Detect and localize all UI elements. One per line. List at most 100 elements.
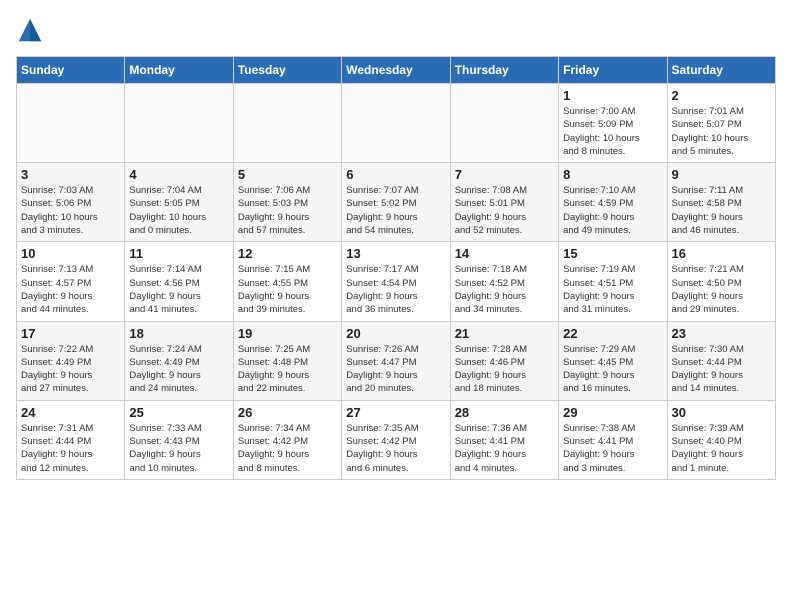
calendar-day-cell <box>233 84 341 163</box>
day-number: 6 <box>346 167 445 182</box>
day-info: Sunrise: 7:07 AM Sunset: 5:02 PM Dayligh… <box>346 184 445 237</box>
calendar-column-header: Monday <box>125 57 233 84</box>
day-number: 22 <box>563 326 662 341</box>
day-number: 11 <box>129 246 228 261</box>
day-info: Sunrise: 7:06 AM Sunset: 5:03 PM Dayligh… <box>238 184 337 237</box>
calendar-column-header: Sunday <box>17 57 125 84</box>
day-info: Sunrise: 7:24 AM Sunset: 4:49 PM Dayligh… <box>129 343 228 396</box>
day-number: 23 <box>672 326 771 341</box>
calendar-day-cell: 25 Sunrise: 7:33 AM Sunset: 4:43 PM Dayli… <box>125 400 233 479</box>
calendar-header-row: SundayMondayTuesdayWednesdayThursdayFrid… <box>17 57 776 84</box>
calendar-day-cell: 27 Sunrise: 7:35 AM Sunset: 4:42 PM Dayli… <box>342 400 450 479</box>
day-number: 7 <box>455 167 554 182</box>
day-info: Sunrise: 7:04 AM Sunset: 5:05 PM Dayligh… <box>129 184 228 237</box>
day-number: 10 <box>21 246 120 261</box>
day-number: 18 <box>129 326 228 341</box>
calendar-day-cell: 10 Sunrise: 7:13 AM Sunset: 4:57 PM Dayli… <box>17 242 125 321</box>
calendar-week-row: 17 Sunrise: 7:22 AM Sunset: 4:49 PM Dayli… <box>17 321 776 400</box>
calendar-week-row: 10 Sunrise: 7:13 AM Sunset: 4:57 PM Dayli… <box>17 242 776 321</box>
calendar-day-cell: 9Sunrise: 7:11 AM Sunset: 4:58 PM Daylig… <box>667 163 775 242</box>
calendar-week-row: 3 Sunrise: 7:03 AM Sunset: 5:06 PM Daylig… <box>17 163 776 242</box>
calendar-day-cell: 23 Sunrise: 7:30 AM Sunset: 4:44 PM Dayli… <box>667 321 775 400</box>
calendar-column-header: Tuesday <box>233 57 341 84</box>
calendar-day-cell: 30Sunrise: 7:39 AM Sunset: 4:40 PM Dayli… <box>667 400 775 479</box>
day-number: 4 <box>129 167 228 182</box>
day-info: Sunrise: 7:17 AM Sunset: 4:54 PM Dayligh… <box>346 263 445 316</box>
calendar-day-cell: 3 Sunrise: 7:03 AM Sunset: 5:06 PM Daylig… <box>17 163 125 242</box>
day-number: 1 <box>563 88 662 103</box>
day-info: Sunrise: 7:26 AM Sunset: 4:47 PM Dayligh… <box>346 343 445 396</box>
day-info: Sunrise: 7:00 AM Sunset: 5:09 PM Dayligh… <box>563 105 662 158</box>
calendar-column-header: Thursday <box>450 57 558 84</box>
calendar-day-cell: 26 Sunrise: 7:34 AM Sunset: 4:42 PM Dayli… <box>233 400 341 479</box>
day-number: 27 <box>346 405 445 420</box>
day-info: Sunrise: 7:36 AM Sunset: 4:41 PM Dayligh… <box>455 422 554 475</box>
calendar-day-cell: 15 Sunrise: 7:19 AM Sunset: 4:51 PM Dayli… <box>559 242 667 321</box>
calendar-day-cell <box>450 84 558 163</box>
day-info: Sunrise: 7:34 AM Sunset: 4:42 PM Dayligh… <box>238 422 337 475</box>
day-number: 8 <box>563 167 662 182</box>
day-number: 20 <box>346 326 445 341</box>
calendar-column-header: Saturday <box>667 57 775 84</box>
calendar-day-cell: 17 Sunrise: 7:22 AM Sunset: 4:49 PM Dayli… <box>17 321 125 400</box>
day-number: 3 <box>21 167 120 182</box>
day-number: 2 <box>672 88 771 103</box>
day-info: Sunrise: 7:28 AM Sunset: 4:46 PM Dayligh… <box>455 343 554 396</box>
calendar-day-cell: 21 Sunrise: 7:28 AM Sunset: 4:46 PM Dayli… <box>450 321 558 400</box>
day-info: Sunrise: 7:35 AM Sunset: 4:42 PM Dayligh… <box>346 422 445 475</box>
calendar-week-row: 24Sunrise: 7:31 AM Sunset: 4:44 PM Dayli… <box>17 400 776 479</box>
day-number: 14 <box>455 246 554 261</box>
calendar-day-cell: 6 Sunrise: 7:07 AM Sunset: 5:02 PM Daylig… <box>342 163 450 242</box>
day-info: Sunrise: 7:25 AM Sunset: 4:48 PM Dayligh… <box>238 343 337 396</box>
day-info: Sunrise: 7:03 AM Sunset: 5:06 PM Dayligh… <box>21 184 120 237</box>
day-info: Sunrise: 7:10 AM Sunset: 4:59 PM Dayligh… <box>563 184 662 237</box>
calendar-day-cell <box>17 84 125 163</box>
day-number: 24 <box>21 405 120 420</box>
day-info: Sunrise: 7:13 AM Sunset: 4:57 PM Dayligh… <box>21 263 120 316</box>
calendar-day-cell: 14 Sunrise: 7:18 AM Sunset: 4:52 PM Dayli… <box>450 242 558 321</box>
day-info: Sunrise: 7:22 AM Sunset: 4:49 PM Dayligh… <box>21 343 120 396</box>
calendar-day-cell: 28 Sunrise: 7:36 AM Sunset: 4:41 PM Dayli… <box>450 400 558 479</box>
calendar-day-cell: 4 Sunrise: 7:04 AM Sunset: 5:05 PM Daylig… <box>125 163 233 242</box>
day-number: 26 <box>238 405 337 420</box>
day-info: Sunrise: 7:15 AM Sunset: 4:55 PM Dayligh… <box>238 263 337 316</box>
day-number: 19 <box>238 326 337 341</box>
day-number: 21 <box>455 326 554 341</box>
calendar-day-cell: 13 Sunrise: 7:17 AM Sunset: 4:54 PM Dayli… <box>342 242 450 321</box>
page-header <box>16 16 776 44</box>
calendar-week-row: 1 Sunrise: 7:00 AM Sunset: 5:09 PM Daylig… <box>17 84 776 163</box>
calendar-day-cell <box>342 84 450 163</box>
day-number: 17 <box>21 326 120 341</box>
calendar-day-cell: 11 Sunrise: 7:14 AM Sunset: 4:56 PM Dayli… <box>125 242 233 321</box>
calendar-day-cell: 19 Sunrise: 7:25 AM Sunset: 4:48 PM Dayli… <box>233 321 341 400</box>
day-number: 29 <box>563 405 662 420</box>
day-number: 13 <box>346 246 445 261</box>
calendar-day-cell: 12 Sunrise: 7:15 AM Sunset: 4:55 PM Dayli… <box>233 242 341 321</box>
day-info: Sunrise: 7:21 AM Sunset: 4:50 PM Dayligh… <box>672 263 771 316</box>
day-number: 28 <box>455 405 554 420</box>
day-info: Sunrise: 7:18 AM Sunset: 4:52 PM Dayligh… <box>455 263 554 316</box>
calendar-day-cell: 18 Sunrise: 7:24 AM Sunset: 4:49 PM Dayli… <box>125 321 233 400</box>
day-info: Sunrise: 7:38 AM Sunset: 4:41 PM Dayligh… <box>563 422 662 475</box>
logo <box>16 16 48 44</box>
day-info: Sunrise: 7:14 AM Sunset: 4:56 PM Dayligh… <box>129 263 228 316</box>
day-number: 12 <box>238 246 337 261</box>
day-number: 30 <box>672 405 771 420</box>
day-info: Sunrise: 7:30 AM Sunset: 4:44 PM Dayligh… <box>672 343 771 396</box>
calendar-day-cell: 20 Sunrise: 7:26 AM Sunset: 4:47 PM Dayli… <box>342 321 450 400</box>
calendar-column-header: Friday <box>559 57 667 84</box>
day-number: 15 <box>563 246 662 261</box>
calendar-day-cell: 22 Sunrise: 7:29 AM Sunset: 4:45 PM Dayli… <box>559 321 667 400</box>
calendar-day-cell: 24Sunrise: 7:31 AM Sunset: 4:44 PM Dayli… <box>17 400 125 479</box>
calendar-day-cell <box>125 84 233 163</box>
day-number: 25 <box>129 405 228 420</box>
calendar-day-cell: 5Sunrise: 7:06 AM Sunset: 5:03 PM Daylig… <box>233 163 341 242</box>
calendar-day-cell: 1 Sunrise: 7:00 AM Sunset: 5:09 PM Daylig… <box>559 84 667 163</box>
day-number: 16 <box>672 246 771 261</box>
day-info: Sunrise: 7:29 AM Sunset: 4:45 PM Dayligh… <box>563 343 662 396</box>
calendar-day-cell: 29 Sunrise: 7:38 AM Sunset: 4:41 PM Dayli… <box>559 400 667 479</box>
day-info: Sunrise: 7:33 AM Sunset: 4:43 PM Dayligh… <box>129 422 228 475</box>
day-number: 9 <box>672 167 771 182</box>
calendar-day-cell: 7Sunrise: 7:08 AM Sunset: 5:01 PM Daylig… <box>450 163 558 242</box>
day-info: Sunrise: 7:19 AM Sunset: 4:51 PM Dayligh… <box>563 263 662 316</box>
